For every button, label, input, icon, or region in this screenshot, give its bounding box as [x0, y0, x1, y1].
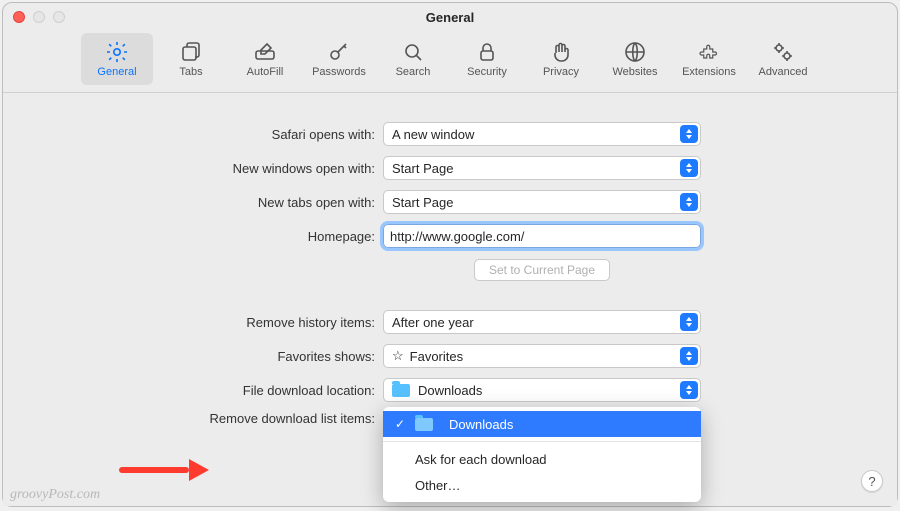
new-windows-label: New windows open with: [3, 161, 383, 176]
input-value: http://www.google.com/ [390, 229, 694, 244]
checkmark-icon: ✓ [393, 417, 407, 431]
favorites-shows-select[interactable]: ☆ Favorites [383, 344, 701, 368]
remove-history-label: Remove history items: [3, 315, 383, 330]
tab-search[interactable]: Search [377, 33, 449, 85]
new-windows-select[interactable]: Start Page [383, 156, 701, 180]
tab-label: AutoFill [247, 66, 284, 78]
tabs-icon [179, 40, 203, 64]
new-tabs-select[interactable]: Start Page [383, 190, 701, 214]
remove-history-select[interactable]: After one year [383, 310, 701, 334]
menu-item-ask[interactable]: Ask for each download [383, 446, 701, 472]
download-location-menu: ✓ Downloads Ask for each download Other… [383, 407, 701, 502]
select-value: Start Page [392, 161, 453, 176]
tab-label: Passwords [312, 66, 366, 78]
tab-autofill[interactable]: AutoFill [229, 33, 301, 85]
download-location-select[interactable]: Downloads [383, 378, 701, 402]
homepage-label: Homepage: [3, 229, 383, 244]
select-value: Start Page [392, 195, 453, 210]
favorites-shows-label: Favorites shows: [3, 349, 383, 364]
chevrons-icon [680, 193, 698, 211]
select-value: Favorites [410, 349, 463, 364]
menu-item-label: Ask for each download [415, 452, 547, 467]
chevrons-icon [680, 159, 698, 177]
tab-websites[interactable]: Websites [599, 33, 671, 85]
lock-icon [475, 40, 499, 64]
menu-item-label: Other… [415, 478, 461, 493]
new-tabs-label: New tabs open with: [3, 195, 383, 210]
tab-privacy[interactable]: Privacy [525, 33, 597, 85]
window-controls [13, 11, 65, 23]
menu-item-downloads[interactable]: ✓ Downloads [383, 411, 701, 437]
tab-extensions[interactable]: Extensions [673, 33, 745, 85]
tab-label: Security [467, 66, 507, 78]
tab-label: Extensions [682, 66, 736, 78]
folder-icon [392, 384, 410, 397]
tab-passwords[interactable]: Passwords [303, 33, 375, 85]
set-current-page-button[interactable]: Set to Current Page [474, 259, 610, 281]
tab-label: General [97, 66, 136, 78]
preferences-toolbar: General Tabs AutoFill Passwords Search S… [3, 31, 897, 93]
close-window-button[interactable] [13, 11, 25, 23]
select-value: A new window [392, 127, 474, 142]
remove-download-list-label: Remove download list items: [3, 407, 383, 426]
folder-icon [415, 418, 433, 431]
preferences-window: General General Tabs AutoFill Passwords … [2, 2, 898, 507]
download-location-label: File download location: [3, 383, 383, 398]
star-icon: ☆ [392, 348, 404, 364]
annotation-arrow [119, 461, 209, 479]
tab-advanced[interactable]: Advanced [747, 33, 819, 85]
tab-label: Tabs [179, 66, 202, 78]
select-value: Downloads [418, 383, 482, 398]
window-title: General [3, 10, 897, 25]
tab-general[interactable]: General [81, 33, 153, 85]
general-pane: Safari opens with: A new window New wind… [3, 93, 897, 506]
chevrons-icon [680, 347, 698, 365]
tab-label: Advanced [759, 66, 808, 78]
titlebar: General [3, 3, 897, 31]
zoom-window-button[interactable] [53, 11, 65, 23]
safari-opens-label: Safari opens with: [3, 127, 383, 142]
homepage-input[interactable]: http://www.google.com/ [383, 224, 701, 248]
tab-tabs[interactable]: Tabs [155, 33, 227, 85]
key-icon [327, 40, 351, 64]
tab-label: Websites [612, 66, 657, 78]
hand-icon [549, 40, 573, 64]
tab-label: Privacy [543, 66, 579, 78]
globe-icon [623, 40, 647, 64]
menu-item-other[interactable]: Other… [383, 472, 701, 498]
pencil-field-icon [253, 40, 277, 64]
gear-icon [105, 40, 129, 64]
minimize-window-button[interactable] [33, 11, 45, 23]
help-button[interactable]: ? [861, 470, 883, 492]
search-icon [401, 40, 425, 64]
watermark: groovyPost.com [10, 487, 100, 503]
safari-opens-select[interactable]: A new window [383, 122, 701, 146]
chevrons-icon [680, 381, 698, 399]
select-value: After one year [392, 315, 474, 330]
puzzle-icon [697, 40, 721, 64]
gears-icon [771, 40, 795, 64]
tab-label: Search [396, 66, 431, 78]
menu-separator [383, 441, 701, 442]
chevrons-icon [680, 313, 698, 331]
menu-item-label: Downloads [449, 417, 513, 432]
chevrons-icon [680, 125, 698, 143]
tab-security[interactable]: Security [451, 33, 523, 85]
